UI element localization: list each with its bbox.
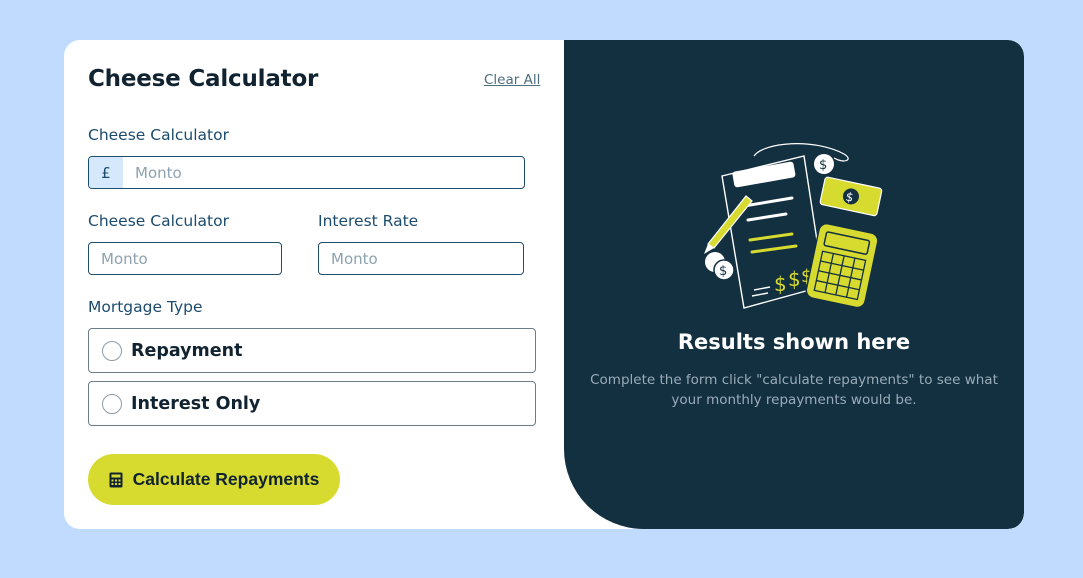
results-title: Results shown here [677, 330, 911, 354]
interest-rate-input[interactable] [319, 243, 523, 274]
radio-label-repayment: Repayment [131, 340, 243, 361]
radio-interest-only[interactable]: Interest Only [88, 381, 536, 426]
form-pane: Cheese Calculator Clear All Cheese Calcu… [64, 40, 564, 529]
empty-results-illustration: $ $ $ $ $ $ [704, 143, 883, 309]
calculate-repayments-button[interactable]: Calculate Repayments [88, 454, 340, 505]
currency-prefix: £ [89, 157, 123, 188]
radio-circle[interactable] [102, 340, 122, 361]
results-pane: $ $ $ $ $ $ Results shown here Complete … [564, 40, 1024, 529]
radio-circle[interactable] [102, 393, 122, 414]
term-field: years [88, 242, 282, 275]
radio-repayment[interactable]: Repayment [88, 328, 536, 373]
interest-rate-label: Interest Rate [318, 212, 419, 230]
results-description: Complete the form click "calculate repay… [590, 372, 998, 408]
term-label: Cheese Calculator [88, 212, 229, 230]
radio-label-interest-only: Interest Only [131, 393, 261, 414]
clear-all-link[interactable]: Clear All [484, 72, 540, 88]
calculator-card: Cheese Calculator Clear All Cheese Calcu… [64, 40, 1024, 529]
amount-label: Cheese Calculator [88, 126, 229, 144]
amount-field: £ [88, 156, 525, 189]
svg-text:$: $ [774, 272, 787, 296]
svg-text:$: $ [819, 158, 827, 173]
amount-input[interactable] [123, 157, 524, 188]
page-title: Cheese Calculator [88, 66, 319, 92]
calculate-repayments-label: Calculate Repayments [132, 469, 320, 489]
interest-rate-field: % [318, 242, 524, 275]
svg-text:$: $ [719, 264, 727, 279]
mortgage-type-label: Mortgage Type [88, 298, 203, 316]
calculator-icon [109, 472, 123, 487]
term-input[interactable] [89, 243, 281, 274]
svg-text:$: $ [788, 267, 801, 291]
